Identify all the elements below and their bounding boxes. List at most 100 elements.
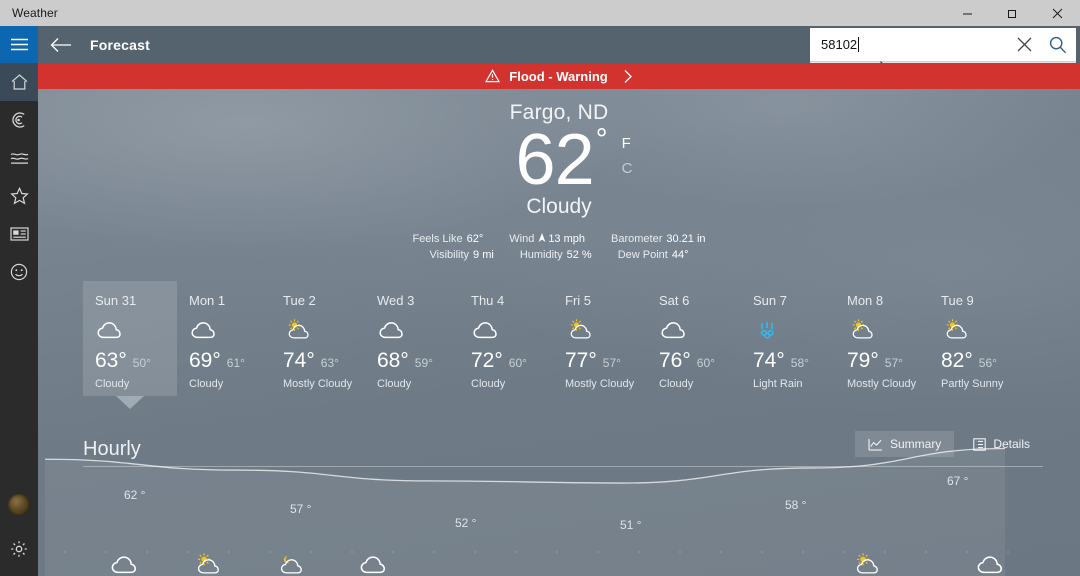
chart-value-label: 62 ° [124, 488, 146, 502]
detail-value: 9 mi [473, 249, 494, 261]
current-conditions: Fargo, ND 62 ° F C Cloudy Feels Like 62° … [38, 89, 1080, 261]
detail-label: Barometer [611, 233, 663, 245]
forecast-description: Partly Sunny [941, 378, 1004, 390]
hourly-weather-icon [358, 552, 390, 576]
chart-value-label: 58 ° [785, 498, 807, 512]
avatar[interactable] [8, 494, 30, 516]
forecast-description: Mostly Cloudy [565, 378, 635, 390]
detail-value-text: 13 mph [548, 233, 586, 245]
smiley-icon [10, 263, 28, 281]
forecast-weather-icon [283, 315, 365, 345]
search-box[interactable]: 58102 [810, 28, 1076, 61]
back-button[interactable] [38, 26, 84, 63]
forecast-card[interactable]: Mon 1 69° 61° Cloudy [177, 281, 271, 396]
hamburger-menu-icon [10, 38, 28, 51]
hourly-weather-icon [975, 552, 1007, 576]
forecast-high: 74° [753, 349, 785, 372]
forecast-weather-icon [565, 315, 647, 345]
current-condition: Cloudy [526, 195, 592, 218]
sidebar-item-forecast[interactable] [0, 63, 38, 101]
forecast-day: Mon 8 [847, 293, 884, 308]
light-rain-icon [760, 322, 774, 339]
forecast-card[interactable]: Wed 3 68° 59° Cloudy [365, 281, 459, 396]
detail-value: 62° [466, 233, 484, 245]
close-button[interactable] [1035, 0, 1080, 26]
forecast-card[interactable]: Tue 9 82° 56° Partly Sunny [929, 281, 1023, 396]
cloudy-icon [97, 322, 121, 339]
forecast-temps: 74° 63° [283, 349, 365, 373]
hourly-weather-icon [109, 552, 141, 576]
unit-toggle[interactable]: F C [622, 131, 633, 181]
forecast-temps: 63° 50° [95, 349, 177, 373]
unit-celsius[interactable]: C [622, 156, 633, 181]
forecast-day: Tue 2 [283, 293, 316, 308]
chart-value-label: 67 ° [947, 474, 969, 488]
hamburger-menu-button[interactable] [0, 26, 38, 63]
forecast-card[interactable]: Fri 5 77° 57° Mostly Cloudy [553, 281, 647, 396]
degree-symbol: ° [595, 123, 608, 156]
forecast-description: Cloudy [189, 378, 224, 390]
weather-alert-banner[interactable]: Flood - Warning [38, 63, 1080, 89]
settings-button[interactable] [0, 530, 38, 568]
forecast-high: 63° [95, 349, 127, 372]
forecast-card[interactable]: Sun 31 63° 50° Cloudy [83, 281, 177, 409]
forecast-temps: 76° 60° [659, 349, 741, 373]
chart-value-label: 51 ° [620, 518, 642, 532]
navigation-rail [0, 26, 38, 576]
detail-visibility: Visibility 9 mi [430, 249, 494, 261]
wind-direction-arrow-icon [538, 233, 546, 242]
alert-text: Flood - Warning [509, 68, 608, 84]
forecast-high: 79° [847, 349, 879, 372]
detail-label: Dew Point [617, 249, 668, 261]
forecast-day: Sun 7 [753, 293, 787, 308]
clear-search-button[interactable] [1007, 28, 1041, 61]
search-input[interactable]: 58102 [821, 37, 1007, 52]
forecast-card[interactable]: Thu 4 72° 60° Cloudy [459, 281, 553, 396]
sidebar-item-maps[interactable] [0, 101, 38, 139]
hourly-temperature-chart[interactable]: 62 ° 57 ° 52 ° 51 ° 58 ° 67 ° [44, 412, 1009, 576]
maximize-button[interactable] [990, 0, 1035, 26]
warning-triangle-icon [485, 69, 501, 83]
forecast-low: 57° [602, 356, 621, 370]
chart-value-label: 57 ° [290, 502, 312, 516]
forecast-high: 69° [189, 349, 221, 372]
forecast-weather-icon [753, 315, 835, 345]
minimize-button[interactable] [945, 0, 990, 26]
alert-chevron-button[interactable] [623, 69, 633, 84]
sidebar-item-send-feedback[interactable] [0, 253, 38, 291]
star-icon [9, 186, 29, 205]
detail-value: 44° [671, 249, 689, 261]
forecast-card[interactable]: Tue 2 74° 63° Mostly Cloudy [271, 281, 365, 396]
window-controls [945, 0, 1080, 26]
forecast-weather-icon [941, 315, 1023, 345]
news-icon [9, 227, 29, 241]
partly-sunny-icon [946, 319, 967, 339]
forecast-card[interactable]: Sat 6 76° 60° Cloudy [647, 281, 741, 396]
forecast-card[interactable]: Sun 7 74° 58° Light Rain [741, 281, 835, 396]
forecast-description: Mostly Cloudy [283, 378, 353, 390]
detail-label: Visibility [429, 249, 470, 261]
forecast-low: 61° [226, 356, 245, 370]
close-icon [1017, 37, 1031, 52]
unit-fahrenheit[interactable]: F [622, 131, 633, 156]
forecast-temps: 79° 57° [847, 349, 929, 373]
partly-sunny-icon [852, 319, 873, 339]
forecast-description: Light Rain [753, 378, 803, 390]
sidebar-item-historical-weather[interactable] [0, 139, 38, 177]
forecast-temps: 69° 61° [189, 349, 271, 373]
forecast-low: 60° [696, 356, 715, 370]
back-arrow-icon [50, 37, 71, 52]
forecast-high: 82° [941, 349, 973, 372]
forecast-day: Tue 9 [941, 293, 974, 308]
forecast-temps: 68° 59° [377, 349, 459, 373]
hourly-weather-icon [851, 552, 883, 576]
sidebar-item-news[interactable] [0, 215, 38, 253]
sidebar-item-favorites[interactable] [0, 177, 38, 215]
cloudy-icon [379, 322, 403, 339]
forecast-high: 74° [283, 349, 315, 372]
detail-barometer: Barometer 30.21 in [611, 233, 706, 245]
detail-label: Wind [509, 233, 535, 245]
search-submit-button[interactable] [1041, 28, 1075, 61]
forecast-temps: 82° 56° [941, 349, 1023, 373]
forecast-card[interactable]: Mon 8 79° 57° Mostly Cloudy [835, 281, 929, 396]
